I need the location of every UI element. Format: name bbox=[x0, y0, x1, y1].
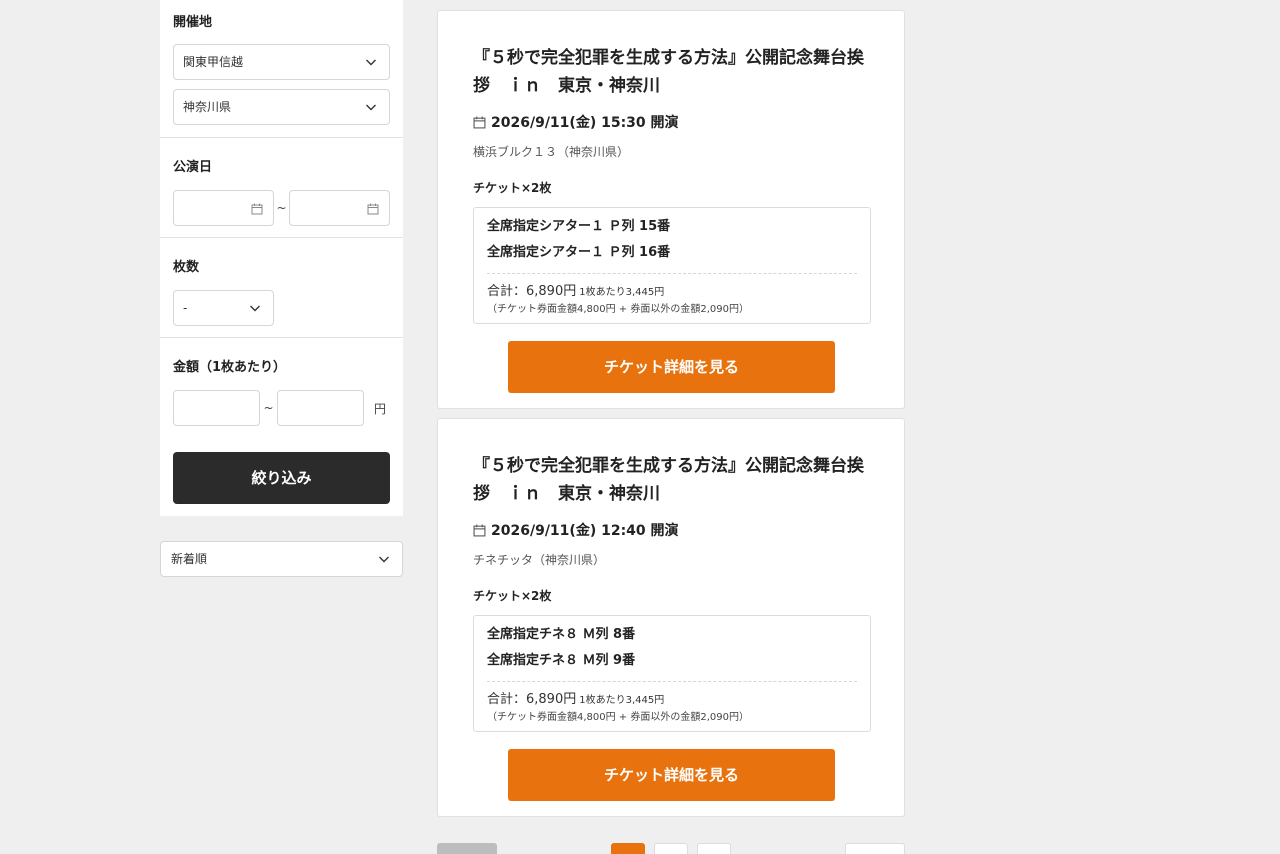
ticket-count: チケット×2枚 bbox=[473, 589, 552, 603]
price-total: 合計：6,890円 1枚あたり3,445円 bbox=[487, 689, 857, 711]
event-datetime-text: 2026/9/11(金) 12:40 開演 bbox=[491, 523, 679, 539]
divider bbox=[487, 273, 857, 274]
pagination-page[interactable] bbox=[697, 843, 731, 854]
calendar-icon bbox=[473, 524, 486, 536]
filter-sidebar: 開催地 関東甲信越 神奈川県 公演日 ~ 枚数 - 金額（1枚あたり） ~ 円 … bbox=[160, 0, 403, 516]
event-venue: 横浜ブルク１３（神奈川県） bbox=[473, 145, 630, 159]
pagination-next-button[interactable] bbox=[845, 843, 905, 854]
prefecture-select-value: 神奈川県 bbox=[183, 100, 232, 114]
price-total: 合計：6,890円 1枚あたり3,445円 bbox=[487, 281, 857, 303]
event-title: 『５秒で完全犯罪を生成する方法』公開記念舞台挨拶 ｉｎ 東京・神奈川 bbox=[473, 48, 864, 96]
seat-item: 全席指定チネ８ Ｍ列 8番 bbox=[487, 627, 636, 642]
date-label: 公演日 bbox=[173, 160, 213, 175]
date-range-separator: ~ bbox=[276, 201, 287, 215]
price-unit: 円 bbox=[374, 401, 387, 416]
filter-submit-button[interactable]: 絞り込み bbox=[173, 452, 390, 504]
quantity-label: 枚数 bbox=[173, 260, 200, 275]
seat-info-box: 全席指定チネ８ Ｍ列 8番 全席指定チネ８ Ｍ列 9番 合計：6,890円 1枚あ… bbox=[473, 615, 871, 732]
price-min-input[interactable] bbox=[173, 390, 260, 426]
pagination-page[interactable] bbox=[654, 843, 688, 854]
sort-select[interactable]: 新着順 bbox=[160, 541, 403, 577]
price-range-separator: ~ bbox=[263, 401, 274, 415]
event-title: 『５秒で完全犯罪を生成する方法』公開記念舞台挨拶 ｉｎ 東京・神奈川 bbox=[473, 456, 864, 504]
ticket-detail-button[interactable]: チケット詳細を見る bbox=[508, 341, 835, 393]
event-datetime: 2026/9/11(金) 15:30 開演 bbox=[473, 112, 679, 132]
date-filter-section: 公演日 ~ bbox=[160, 138, 403, 238]
price-label: 金額（1枚あたり） bbox=[173, 360, 287, 375]
calendar-icon bbox=[251, 203, 263, 215]
event-datetime-text: 2026/9/11(金) 15:30 開演 bbox=[491, 115, 679, 131]
date-range: ~ bbox=[173, 190, 390, 226]
seat-item: 全席指定シアター１ Ｐ列 15番 bbox=[487, 219, 671, 234]
seat-item: 全席指定チネ８ Ｍ列 9番 bbox=[487, 653, 636, 668]
pagination-page-current[interactable] bbox=[611, 843, 645, 854]
seat-info-box: 全席指定シアター１ Ｐ列 15番 全席指定シアター１ Ｐ列 16番 合計：6,8… bbox=[473, 207, 871, 324]
price-per-ticket: 1枚あたり3,445円 bbox=[579, 695, 665, 706]
divider bbox=[487, 681, 857, 682]
quantity-filter-section: 枚数 - bbox=[160, 238, 403, 338]
chevron-down-icon bbox=[379, 556, 389, 563]
chevron-down-icon bbox=[366, 59, 376, 66]
venue-filter-section: 開催地 関東甲信越 神奈川県 bbox=[160, 0, 403, 138]
ticket-count: チケット×2枚 bbox=[473, 181, 552, 195]
sort-select-value: 新着順 bbox=[171, 552, 208, 566]
event-venue: チネチッタ（神奈川県） bbox=[473, 553, 606, 567]
price-total-text: 合計：6,890円 bbox=[487, 692, 577, 707]
price-range: ~ 円 bbox=[173, 390, 390, 426]
date-to-input[interactable] bbox=[289, 190, 390, 226]
price-filter-section: 金額（1枚あたり） ~ 円 絞り込み bbox=[160, 338, 403, 516]
seat-item: 全席指定シアター１ Ｐ列 16番 bbox=[487, 245, 671, 260]
chevron-down-icon bbox=[250, 305, 260, 312]
date-from-input[interactable] bbox=[173, 190, 274, 226]
pagination-prev-button[interactable] bbox=[437, 843, 497, 854]
listing-card: 『５秒で完全犯罪を生成する方法』公開記念舞台挨拶 ｉｎ 東京・神奈川 2026/… bbox=[437, 418, 905, 817]
quantity-select[interactable]: - bbox=[173, 290, 274, 326]
region-select-value: 関東甲信越 bbox=[183, 55, 244, 69]
region-select[interactable]: 関東甲信越 bbox=[173, 44, 390, 80]
chevron-down-icon bbox=[366, 104, 376, 111]
quantity-select-value: - bbox=[183, 301, 188, 315]
price-total-text: 合計：6,890円 bbox=[487, 284, 577, 299]
price-per-ticket: 1枚あたり3,445円 bbox=[579, 287, 665, 298]
calendar-icon bbox=[473, 116, 486, 128]
price-max-input[interactable] bbox=[277, 390, 364, 426]
calendar-icon bbox=[367, 203, 379, 215]
venue-label: 開催地 bbox=[173, 15, 213, 30]
price-breakdown: （チケット券面金額4,800円 + 券面以外の金額2,090円） bbox=[487, 712, 749, 723]
event-datetime: 2026/9/11(金) 12:40 開演 bbox=[473, 520, 679, 540]
prefecture-select[interactable]: 神奈川県 bbox=[173, 89, 390, 125]
ticket-detail-button[interactable]: チケット詳細を見る bbox=[508, 749, 835, 801]
price-breakdown: （チケット券面金額4,800円 + 券面以外の金額2,090円） bbox=[487, 304, 749, 315]
listing-card: 『５秒で完全犯罪を生成する方法』公開記念舞台挨拶 ｉｎ 東京・神奈川 2026/… bbox=[437, 10, 905, 409]
